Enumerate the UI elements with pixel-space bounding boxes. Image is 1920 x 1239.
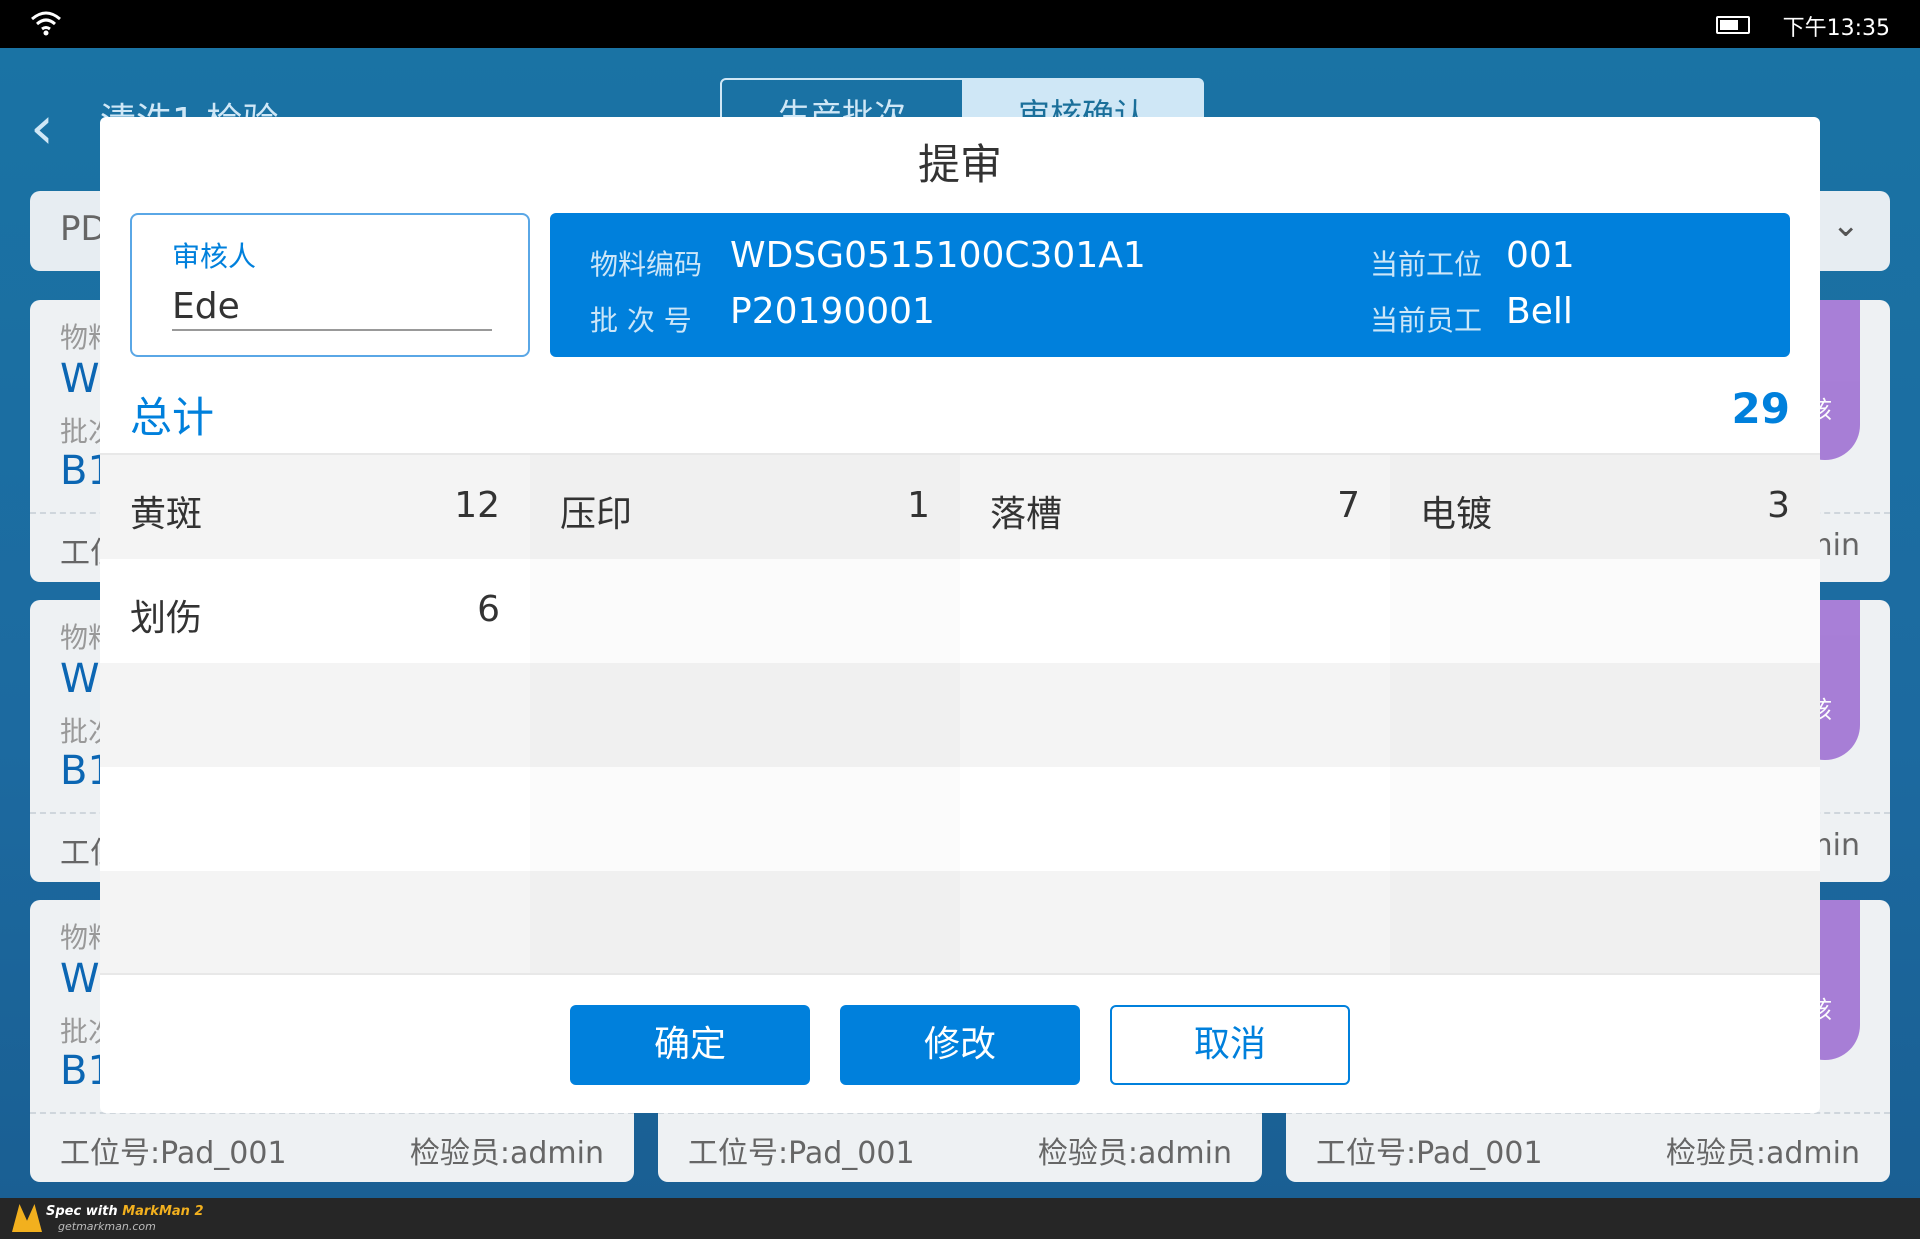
defect-grid: 黄斑 12 压印 1 落槽 7 电镀 3 划伤 6	[100, 453, 1820, 975]
card-station: 工位号:Pad_001	[1316, 1136, 1543, 1171]
empty-cell	[530, 871, 960, 975]
status-time: 下午13:35	[1782, 16, 1890, 41]
card-station: 工位号:Pad_001	[688, 1136, 915, 1171]
empty-cell	[530, 663, 960, 767]
back-arrow-icon[interactable]: ‹	[30, 98, 54, 158]
markman-footer: Spec with MarkMan 2 getmarkman.com	[0, 1198, 1920, 1239]
wifi-icon	[31, 11, 61, 36]
empty-cell	[100, 663, 530, 767]
empty-cell	[100, 871, 530, 975]
defect-count: 1	[907, 485, 930, 526]
defect-name: 落槽	[990, 494, 1063, 535]
defect-name: 压印	[560, 494, 633, 535]
empty-cell	[960, 767, 1390, 871]
batch-info-panel: 物料编码 WDSG0515100C301A1 批 次 号 P20190001 当…	[550, 213, 1790, 357]
reviewer-label: 审核人	[172, 240, 257, 273]
markman-url: getmarkman.com	[58, 1220, 156, 1233]
card-footer: 工位号:Pad_001 检验员:admin	[30, 1112, 634, 1184]
defect-count: 3	[1767, 485, 1790, 526]
battery-icon	[1716, 16, 1750, 34]
card-inspector: 检验员:admin	[1037, 1136, 1232, 1171]
station-label: 当前工位	[1370, 248, 1483, 281]
dialog-title: 提审	[917, 140, 1002, 189]
material-code-value: WDSG0515100C301A1	[730, 235, 1146, 276]
card-inspector: 检验员:admin	[409, 1136, 604, 1171]
empty-cell	[1390, 871, 1820, 975]
defect-count: 6	[477, 589, 500, 630]
empty-cell	[530, 559, 960, 663]
defect-cell[interactable]: 落槽 7	[960, 455, 1390, 559]
cancel-button[interactable]: 取消	[1110, 1005, 1350, 1085]
brand-line: Spec with	[46, 1204, 118, 1219]
empty-cell	[960, 871, 1390, 975]
card-inspector: 检验员:admin	[1665, 1136, 1860, 1171]
batch-number-label: 批 次 号	[590, 304, 692, 337]
reviewer-input[interactable]	[172, 283, 492, 331]
defect-cell[interactable]: 黄斑 12	[100, 455, 530, 559]
defect-name: 划伤	[130, 598, 203, 639]
batch-number-value: P20190001	[730, 291, 935, 332]
defect-name: 黄斑	[130, 494, 203, 535]
defect-name: 电镀	[1420, 494, 1493, 535]
submit-review-dialog: 提审 审核人 物料编码 WDSG0515100C301A1 批 次 号 P201…	[100, 117, 1820, 1113]
station-value: 001	[1506, 235, 1575, 276]
markman-brand: Spec with MarkMan 2	[46, 1204, 204, 1219]
defect-count: 12	[454, 485, 500, 526]
card-footer: 工位号:Pad_001 检验员:admin	[658, 1112, 1262, 1184]
markman-logo-icon	[12, 1204, 42, 1232]
empty-cell	[1390, 663, 1820, 767]
empty-cell	[530, 767, 960, 871]
worker-value: Bell	[1506, 291, 1573, 332]
reviewer-field: 审核人	[130, 213, 530, 357]
material-code-label: 物料编码	[590, 248, 703, 281]
dialog-actions: 确定 修改 取消	[100, 973, 1820, 1113]
defect-cell[interactable]: 划伤 6	[100, 559, 530, 663]
defect-count: 7	[1337, 485, 1360, 526]
total-value: 29	[1731, 384, 1790, 433]
card-station: 工位号:Pad_001	[60, 1136, 287, 1171]
defect-cell[interactable]: 电镀 3	[1390, 455, 1820, 559]
card-footer: 工位号:Pad_001 检验员:admin	[1286, 1112, 1890, 1184]
empty-cell	[100, 767, 530, 871]
empty-cell	[960, 559, 1390, 663]
chevron-down-icon: ⌄	[1831, 205, 1861, 245]
brand-name: MarkMan 2	[122, 1204, 204, 1219]
empty-cell	[1390, 767, 1820, 871]
status-bar: 下午13:35	[0, 0, 1920, 48]
modify-button[interactable]: 修改	[840, 1005, 1080, 1085]
empty-cell	[1390, 559, 1820, 663]
empty-cell	[960, 663, 1390, 767]
defect-cell[interactable]: 压印 1	[530, 455, 960, 559]
total-label: 总计	[130, 393, 215, 442]
confirm-button[interactable]: 确定	[570, 1005, 810, 1085]
worker-label: 当前员工	[1370, 304, 1483, 337]
